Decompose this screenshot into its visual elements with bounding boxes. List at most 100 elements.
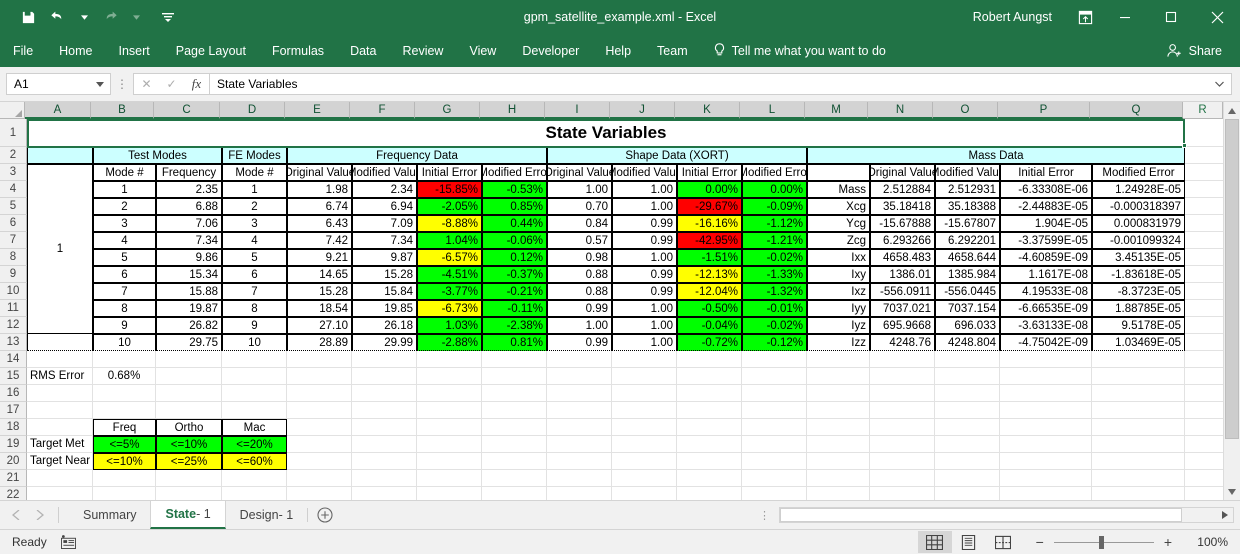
cell-R14[interactable] (1185, 351, 1223, 368)
cell-N21[interactable] (870, 470, 935, 487)
cell-Q14[interactable] (1092, 351, 1185, 368)
cell-F17[interactable] (352, 402, 417, 419)
cell-K18[interactable] (677, 419, 742, 436)
column-header-H[interactable]: H (480, 102, 545, 119)
cell-R6[interactable] (1185, 215, 1223, 232)
column-header-O[interactable]: O (933, 102, 998, 119)
cell-K7-shape-initial-error[interactable]: -42.95% (677, 232, 742, 249)
cell-E8-orig-value[interactable]: 9.21 (287, 249, 352, 266)
cell-D6-fe-mode[interactable]: 3 (222, 215, 287, 232)
cell-G12-initial-error[interactable]: 1.03% (417, 317, 482, 334)
name-box[interactable]: A1 (6, 73, 111, 95)
cell-P3-initial-error[interactable]: Initial Error (1000, 164, 1092, 181)
cell-O14[interactable] (935, 351, 1000, 368)
cell-L20[interactable] (742, 453, 807, 470)
cell-E4-orig-value[interactable]: 1.98 (287, 181, 352, 198)
cell-H4-modified-error[interactable]: -0.53% (482, 181, 547, 198)
cell-G15[interactable] (417, 368, 482, 385)
cell-M3[interactable] (807, 164, 870, 181)
cell-D13-fe-mode[interactable]: 10 (222, 334, 287, 351)
cell-J5-shape-mod[interactable]: 1.00 (612, 198, 677, 215)
cell-O17[interactable] (935, 402, 1000, 419)
vertical-scrollbar[interactable] (1223, 102, 1240, 500)
cell-D5-fe-mode[interactable]: 2 (222, 198, 287, 215)
cell-F12-mod-value[interactable]: 26.18 (352, 317, 417, 334)
cell-M6-mass-name[interactable]: Ycg (807, 215, 870, 232)
cell-D9-fe-mode[interactable]: 6 (222, 266, 287, 283)
cell-J4-shape-mod[interactable]: 1.00 (612, 181, 677, 198)
cell-P9-mass-initial-error[interactable]: 1.1617E-08 (1000, 266, 1092, 283)
cell-H18[interactable] (482, 419, 547, 436)
cell-K13-shape-initial-error[interactable]: -0.72% (677, 334, 742, 351)
cell-B12-mode[interactable]: 9 (93, 317, 156, 334)
row-header-13[interactable]: 13 (0, 334, 27, 351)
cell-B4-mode[interactable]: 1 (93, 181, 156, 198)
cell-A4-configuration-value[interactable]: 1 (27, 164, 93, 334)
cell-I13-shape-orig[interactable]: 0.99 (547, 334, 612, 351)
cell-M15[interactable] (807, 368, 870, 385)
cell-C14[interactable] (156, 351, 222, 368)
row-header-12[interactable]: 12 (0, 317, 27, 334)
cell-I6-shape-orig[interactable]: 0.84 (547, 215, 612, 232)
ribbon-tab-help[interactable]: Help (592, 34, 644, 67)
cell-R4[interactable] (1185, 181, 1223, 198)
cell-E16[interactable] (287, 385, 352, 402)
cell-O20[interactable] (935, 453, 1000, 470)
vertical-scroll-track[interactable] (1224, 119, 1240, 483)
column-header-B[interactable]: B (91, 102, 154, 119)
cell-Q12-mass-modified-error[interactable]: 9.5178E-05 (1092, 317, 1185, 334)
cell-G13-initial-error[interactable]: -2.88% (417, 334, 482, 351)
cell-O11-mass-mod[interactable]: 7037.154 (935, 300, 1000, 317)
cell-F9-mod-value[interactable]: 15.28 (352, 266, 417, 283)
cell-R1[interactable] (1185, 119, 1223, 147)
cell-N10-mass-orig[interactable]: -556.0911 (870, 283, 935, 300)
cell-B21[interactable] (93, 470, 156, 487)
cell-J11-shape-mod[interactable]: 1.00 (612, 300, 677, 317)
cell-M2-mass-data[interactable]: Mass Data (807, 147, 1185, 164)
cell-M22[interactable] (807, 487, 870, 500)
cell-P15[interactable] (1000, 368, 1092, 385)
cell-O15[interactable] (935, 368, 1000, 385)
column-header-E[interactable]: E (285, 102, 350, 119)
cell-J7-shape-mod[interactable]: 0.99 (612, 232, 677, 249)
cell-P6-mass-initial-error[interactable]: 1.904E-05 (1000, 215, 1092, 232)
cell-A22[interactable] (27, 487, 93, 500)
cell-M16[interactable] (807, 385, 870, 402)
zoom-slider-thumb[interactable] (1098, 535, 1104, 549)
cell-A16[interactable] (27, 385, 93, 402)
cell-A20-target-near-label[interactable]: Target Near (27, 453, 93, 470)
column-header-I[interactable]: I (545, 102, 610, 119)
cell-N19[interactable] (870, 436, 935, 453)
cell-Q11-mass-modified-error[interactable]: 1.88785E-05 (1092, 300, 1185, 317)
cell-L13-shape-modified-error[interactable]: -0.12% (742, 334, 807, 351)
cell-H15[interactable] (482, 368, 547, 385)
row-header-19[interactable]: 19 (0, 436, 27, 453)
formula-bar-chevron-icon[interactable] (1215, 81, 1224, 87)
cell-B9-mode[interactable]: 6 (93, 266, 156, 283)
cell-D7-fe-mode[interactable]: 4 (222, 232, 287, 249)
cell-A14[interactable] (27, 351, 93, 368)
column-header-K[interactable]: K (675, 102, 740, 119)
horizontal-scrollbar[interactable] (779, 507, 1234, 523)
cell-H16[interactable] (482, 385, 547, 402)
cell-R21[interactable] (1185, 470, 1223, 487)
cell-N17[interactable] (870, 402, 935, 419)
cell-K20[interactable] (677, 453, 742, 470)
cell-E18[interactable] (287, 419, 352, 436)
cell-B18-freq-header[interactable]: Freq (93, 419, 156, 436)
sheet-tab-design-1[interactable]: Design - 1 (225, 501, 308, 529)
cell-B6-mode[interactable]: 3 (93, 215, 156, 232)
cell-J14[interactable] (612, 351, 677, 368)
cell-Q8-mass-modified-error[interactable]: 3.45135E-05 (1092, 249, 1185, 266)
cell-G22[interactable] (417, 487, 482, 500)
cell-R10[interactable] (1185, 283, 1223, 300)
column-header-G[interactable]: G (415, 102, 480, 119)
cell-B10-mode[interactable]: 7 (93, 283, 156, 300)
cell-E5-orig-value[interactable]: 6.74 (287, 198, 352, 215)
zoom-out-icon[interactable]: − (1036, 534, 1044, 550)
cell-M20[interactable] (807, 453, 870, 470)
cell-K14[interactable] (677, 351, 742, 368)
cell-D16[interactable] (222, 385, 287, 402)
row-header-17[interactable]: 17 (0, 402, 27, 419)
cell-N13-mass-orig[interactable]: 4248.76 (870, 334, 935, 351)
